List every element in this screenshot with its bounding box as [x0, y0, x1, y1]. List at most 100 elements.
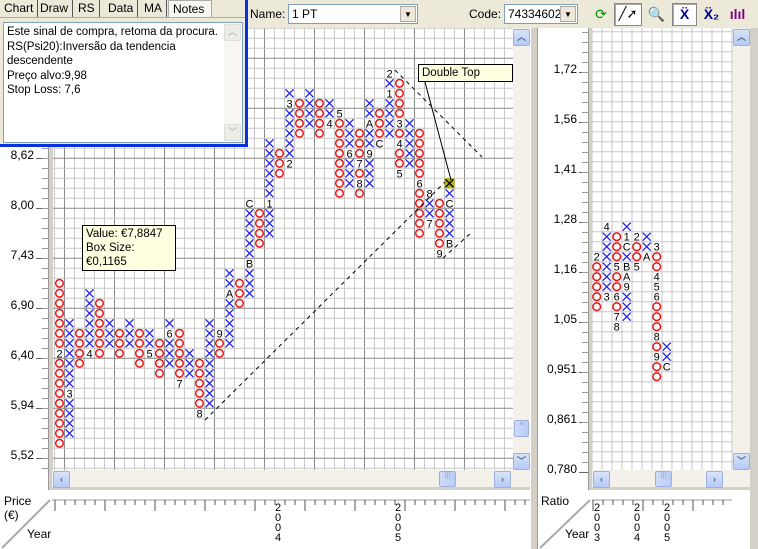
scroll-up-icon[interactable]: ︿ — [733, 29, 750, 46]
month-label: A — [226, 288, 234, 300]
axis-minor-tick — [582, 382, 588, 383]
o-mark — [54, 328, 65, 338]
scroll-right-icon[interactable]: › — [706, 471, 723, 488]
tab-label: Notes — [173, 2, 205, 16]
refresh-button[interactable]: ⟳ — [591, 3, 611, 26]
x-mark — [365, 138, 374, 148]
scroll-thumb[interactable]: ||| — [439, 471, 456, 487]
axis-minor-tick — [582, 262, 588, 263]
tab-data[interactable]: Data — [104, 0, 139, 17]
o-mark — [612, 282, 622, 292]
o-mark — [334, 118, 345, 128]
x-mark — [65, 348, 74, 358]
scroll-down-icon[interactable]: ﹀ — [224, 124, 241, 141]
indicator2-button[interactable]: Ẍ₂ — [699, 3, 724, 26]
year-label: 2004 — [633, 502, 641, 544]
scroll-up-icon[interactable]: ︿ — [224, 24, 241, 41]
month-label: 6 — [346, 148, 352, 160]
axis-minor-tick — [42, 248, 48, 249]
name-select[interactable]: 1 PT ▼ — [288, 4, 418, 24]
ratio-pnf-chart[interactable]: 23487659ABC152A986543C — [592, 28, 733, 470]
tab-chart[interactable]: Chart — [0, 0, 39, 17]
pane-splitter[interactable] — [530, 28, 538, 549]
code-label: Code: — [469, 7, 502, 21]
x-mark — [85, 338, 94, 348]
o-mark — [174, 358, 185, 368]
scroll-up-icon[interactable]: ︿ — [513, 29, 530, 46]
notes-scrollbar[interactable]: ︿ ﹀ — [224, 24, 241, 141]
axis-minor-tick — [42, 388, 48, 389]
scroll-right-icon[interactable]: › — [494, 471, 511, 488]
o-mark — [254, 228, 265, 238]
ratio-vertical-scrollbar[interactable]: ︿ ﹀ — [733, 28, 750, 472]
ratio-horizontal-scrollbar[interactable]: ‹ ||| › — [592, 470, 750, 490]
notes-textarea[interactable]: Este sinal de compra, retoma da procura.… — [3, 22, 243, 143]
x-mark — [345, 158, 354, 168]
chevron-down-icon[interactable]: ▼ — [400, 6, 416, 22]
o-mark — [174, 338, 185, 348]
axis-minor-tick — [582, 412, 588, 413]
o-mark — [114, 338, 125, 348]
draw-line-button[interactable]: ╱➚ — [614, 3, 642, 26]
scroll-down-icon[interactable]: ﹀ — [733, 453, 750, 470]
axis-minor-tick — [42, 218, 48, 219]
month-label: 8 — [196, 408, 202, 420]
month-label: 6 — [614, 292, 620, 304]
month-label: C — [663, 362, 671, 374]
axis-minor-tick — [582, 142, 588, 143]
o-mark — [652, 322, 662, 332]
o-mark — [134, 348, 145, 358]
scroll-left-icon[interactable]: ‹ — [53, 471, 70, 488]
axis-label: 0,861 — [546, 412, 577, 426]
x-mark — [445, 228, 454, 238]
month-label: 7 — [176, 378, 182, 390]
chevron-down-icon[interactable]: ▼ — [560, 6, 576, 22]
x-mark — [245, 208, 254, 218]
tab-draw[interactable]: Draw — [36, 0, 74, 17]
o-mark — [334, 138, 345, 148]
scroll-left-icon[interactable]: ‹ — [593, 471, 610, 488]
zoom-button[interactable]: 🔍 — [644, 3, 669, 26]
x-mark — [205, 328, 214, 338]
axis-minor-tick — [582, 162, 588, 163]
axis-minor-tick — [582, 192, 588, 193]
x-mark — [225, 278, 234, 288]
x-mark — [65, 428, 74, 438]
o-mark — [652, 302, 662, 312]
code-select[interactable]: 74334602 ▼ — [504, 4, 578, 24]
o-mark — [254, 208, 265, 218]
scroll-thumb[interactable]: ≡ — [514, 420, 529, 437]
name-label: Name: — [250, 7, 286, 21]
o-mark — [374, 108, 385, 118]
scroll-down-icon[interactable]: ﹀ — [513, 453, 530, 470]
x-mark — [85, 288, 94, 298]
axis-label: 8,00 — [10, 198, 34, 212]
o-mark — [54, 398, 65, 408]
x-mark — [85, 308, 94, 318]
month-label: 9 — [654, 352, 660, 364]
notes-line: descendente — [7, 55, 73, 67]
o-mark — [394, 108, 405, 118]
o-mark — [414, 158, 425, 168]
month-label: B — [446, 238, 453, 250]
axis-minor-tick — [42, 238, 48, 239]
indicator-button[interactable]: Ẍ — [672, 3, 697, 26]
o-mark — [334, 148, 345, 158]
price-horizontal-scrollbar[interactable]: ‹ ||| › — [52, 470, 530, 490]
value-tooltip: Value: €7,8847 Box Size: €0,1165 — [82, 225, 176, 271]
price-vertical-scrollbar[interactable]: ︿ ≡ ﹀ — [513, 28, 530, 472]
o-mark — [74, 328, 85, 338]
bar-chart-button[interactable]: ılıl — [725, 3, 750, 26]
o-mark — [114, 348, 125, 358]
month-label: 5 — [634, 262, 640, 274]
tab-ma[interactable]: MA — [140, 0, 167, 17]
line-cursor-icon: ╱➚ — [618, 6, 638, 21]
o-mark — [274, 168, 285, 178]
x-mark — [65, 418, 74, 428]
scroll-thumb[interactable]: ||| — [655, 471, 672, 487]
tab-rs[interactable]: RS — [74, 0, 100, 17]
year-axis-title: Year — [565, 527, 590, 541]
month-label: 2 — [386, 68, 392, 80]
tab-notes[interactable]: Notes — [168, 0, 212, 17]
o-mark — [612, 272, 622, 282]
